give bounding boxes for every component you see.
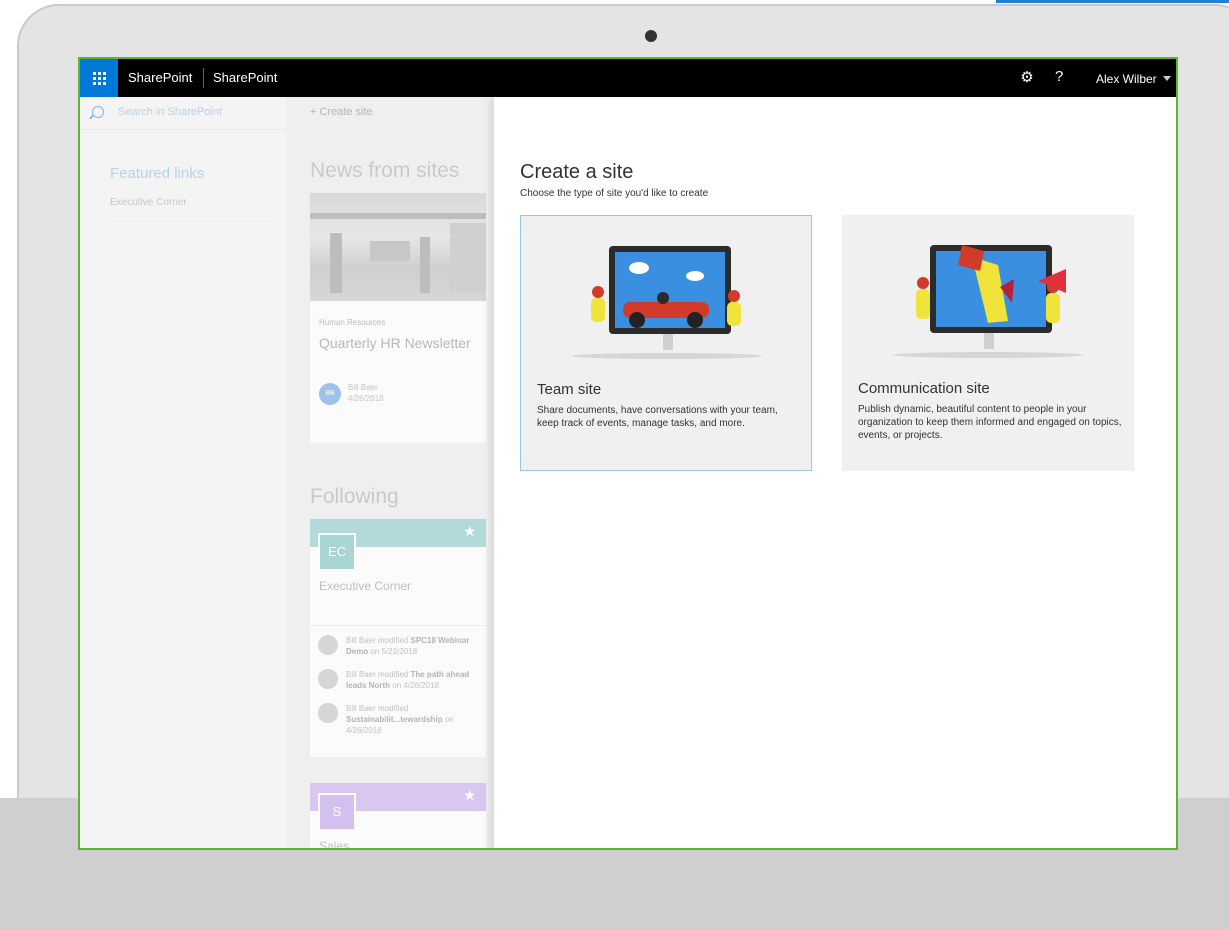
news-heading: News from sites — [310, 159, 460, 182]
site-name-executive-corner[interactable]: Executive Corner — [319, 579, 411, 593]
waffle-icon[interactable] — [80, 59, 118, 97]
panel-subtitle: Choose the type of site you'd like to cr… — [520, 188, 709, 199]
brand-divider — [203, 68, 204, 88]
star-icon[interactable]: ★ — [463, 787, 476, 804]
communication-site-title: Communication site — [858, 380, 990, 397]
screen: SharePoint SharePoint ⚙ ? Alex Wilber Se… — [78, 57, 1178, 850]
panel-title: Create a site — [520, 161, 634, 183]
news-date: 4/26/2018 — [348, 394, 384, 403]
camera-dot — [645, 30, 657, 42]
search-box[interactable]: Search in SharePoint — [80, 97, 286, 130]
help-icon[interactable]: ? — [1055, 68, 1063, 85]
create-site-panel: Create a site Choose the type of site yo… — [494, 97, 1176, 848]
featured-link-executive-corner[interactable]: Executive Corner — [110, 197, 187, 208]
avatar — [318, 635, 338, 655]
news-author: Bill Baer — [348, 383, 378, 392]
news-card[interactable]: Human Resources Quarterly HR Newsletter … — [310, 193, 486, 443]
site-name-sales[interactable]: Sales — [319, 839, 349, 848]
avatar: BB — [319, 383, 341, 405]
news-thumbnail — [310, 193, 486, 301]
corner-accent — [996, 0, 1229, 3]
activity-text: Bill Baer modified The path ahead leads … — [346, 670, 470, 690]
home-feed: + Create site News from sites Human Reso… — [286, 97, 494, 848]
communication-site-description: Publish dynamic, beautiful content to pe… — [858, 404, 1122, 441]
star-icon[interactable]: ★ — [463, 523, 476, 540]
background-page: Search in SharePoint Featured links Exec… — [80, 97, 1176, 848]
news-headline[interactable]: Quarterly HR Newsletter — [319, 335, 471, 351]
nav-divider — [110, 221, 272, 222]
create-site-button[interactable]: + Create site — [310, 106, 373, 118]
gear-icon[interactable]: ⚙ — [1018, 69, 1036, 87]
team-site-option[interactable]: Team site Share documents, have conversa… — [520, 215, 812, 471]
chevron-down-icon[interactable] — [1163, 76, 1171, 81]
search-icon — [92, 106, 104, 118]
followed-site-card[interactable]: ★ S Sales — [310, 783, 486, 848]
site-logo: EC — [318, 533, 356, 571]
search-input[interactable]: Search in SharePoint — [118, 106, 222, 118]
site-logo: S — [318, 793, 356, 831]
team-site-title: Team site — [537, 381, 602, 398]
team-site-illustration — [572, 246, 762, 359]
card-divider — [310, 625, 486, 626]
news-category: Human Resources — [319, 318, 386, 327]
avatar — [318, 703, 338, 723]
communication-site-illustration — [893, 245, 1083, 358]
activity-text: Bill Baer modified Sustainabilit...tewar… — [346, 704, 454, 735]
user-name[interactable]: Alex Wilber — [1096, 72, 1157, 86]
left-nav: Search in SharePoint Featured links Exec… — [80, 97, 286, 848]
site-name[interactable]: SharePoint — [213, 70, 277, 85]
following-heading: Following — [310, 485, 399, 508]
communication-site-option[interactable]: Communication site Publish dynamic, beau… — [842, 215, 1134, 471]
team-site-description: Share documents, have conversations with… — [537, 405, 778, 429]
app-name[interactable]: SharePoint — [128, 70, 192, 85]
suite-bar: SharePoint SharePoint ⚙ ? Alex Wilber — [80, 59, 1176, 97]
featured-links-heading: Featured links — [110, 165, 205, 182]
avatar — [318, 669, 338, 689]
activity-text: Bill Baer modified SPC18 Webinar Demo on… — [346, 636, 470, 656]
followed-site-card[interactable]: ★ EC Executive Corner Bill Baer modified… — [310, 519, 486, 757]
